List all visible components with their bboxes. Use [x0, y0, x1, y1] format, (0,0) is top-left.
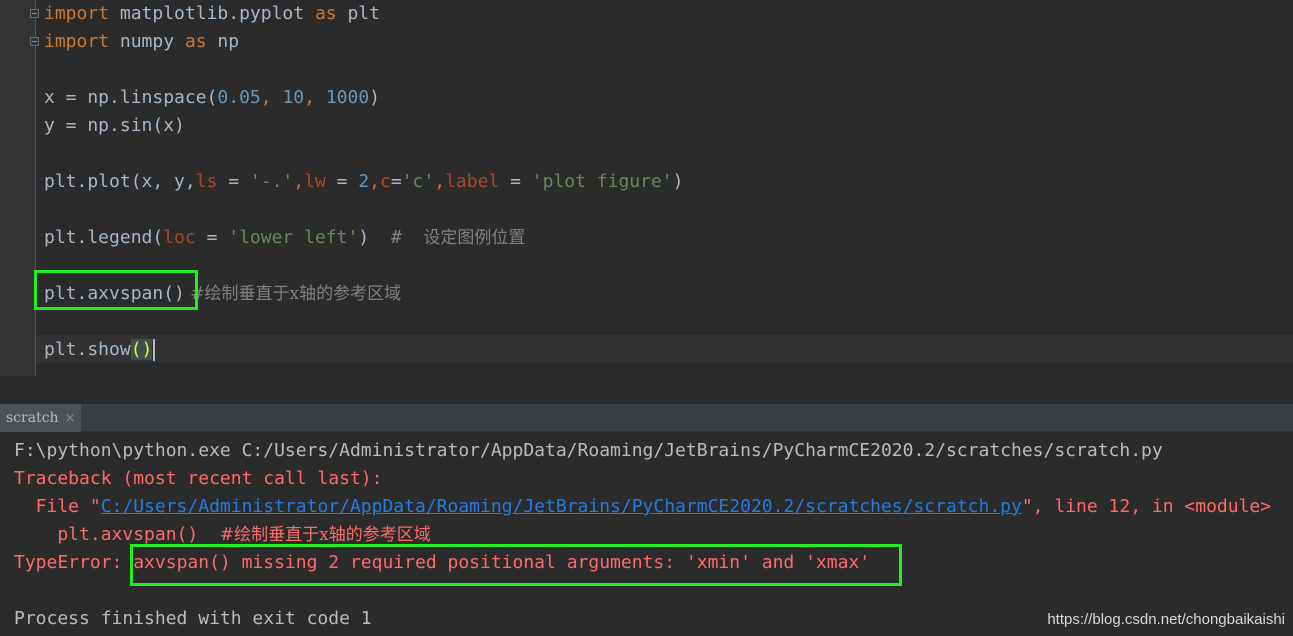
param-name: c — [380, 171, 391, 192]
string-literal: 'c' — [401, 171, 435, 192]
code-line-5[interactable]: y = np.sin(x) — [44, 112, 185, 140]
number-literal: 1000 — [325, 87, 370, 108]
code-text: plt — [336, 3, 380, 24]
code-comment: 设定图例位置 — [423, 228, 526, 248]
text-cursor — [153, 339, 156, 361]
fold-marker-icon[interactable] — [30, 37, 39, 46]
string-literal: '-.' — [249, 171, 294, 192]
code-text: ) — [369, 87, 381, 108]
code-text: np — [206, 31, 240, 52]
separator: , — [304, 87, 326, 108]
code-text: ) — [358, 227, 391, 248]
string-literal: 'lower left' — [228, 227, 359, 248]
code-text: y = np.sin(x) — [44, 115, 185, 136]
console-traceback: Traceback (most recent call last): — [14, 468, 383, 489]
run-console[interactable]: F:\python\python.exe C:/Users/Administra… — [0, 432, 1293, 636]
keyword: import — [44, 3, 110, 24]
code-text: plt.plot(x, y, — [44, 171, 196, 192]
console-comment: #绘制垂直于x轴的参考区域 — [219, 525, 431, 545]
fold-marker-icon[interactable] — [30, 9, 39, 18]
current-line-highlight — [36, 335, 1293, 363]
keyword: as — [314, 3, 337, 24]
matched-paren: () — [130, 339, 153, 360]
code-text: plt.show — [44, 339, 131, 360]
code-line-7[interactable]: plt.plot(x, y,ls = '-.',lw = 2,c='c',lab… — [44, 168, 684, 196]
string-literal: 'plot figure' — [531, 171, 673, 192]
code-line-4[interactable]: x = np.linspace(0.05, 10, 1000) — [44, 84, 380, 112]
editor-gutter — [0, 0, 39, 376]
code-line-13[interactable]: plt.show() — [44, 336, 156, 364]
param-name: loc — [163, 227, 196, 248]
console-text: File " — [14, 496, 101, 517]
param-name: label — [445, 171, 500, 192]
separator: , — [293, 171, 305, 192]
console-text: ", line 12, in <module> — [1021, 496, 1272, 517]
watermark: https://blog.csdn.net/chongbaikaishi — [1047, 611, 1285, 628]
highlight-box-code — [34, 270, 198, 310]
param-name: ls — [195, 171, 218, 192]
code-text: matplotlib.pyplot — [109, 3, 315, 24]
console-text: plt.axvspan() — [14, 524, 220, 545]
code-line-2[interactable]: import numpy as np — [44, 28, 239, 56]
number-literal: 2 — [358, 171, 370, 192]
number-literal: 0.05 — [217, 87, 261, 108]
code-text: = — [195, 227, 229, 248]
code-text: = — [217, 171, 250, 192]
param-name: lw — [304, 171, 326, 192]
code-text: numpy — [109, 31, 185, 52]
file-link[interactable]: C:/Users/Administrator/AppData/Roaming/J… — [101, 496, 1022, 517]
tab-scratch[interactable]: scratch × — [0, 404, 82, 432]
code-line-9[interactable]: plt.legend(loc = 'lower left') # 设定图例位置 — [44, 224, 525, 252]
code-line-1[interactable]: import matplotlib.pyplot as plt — [44, 0, 380, 28]
comment-hash: # — [390, 227, 424, 248]
separator: , — [260, 87, 283, 108]
code-text: = — [499, 171, 532, 192]
error-type: TypeError: — [14, 552, 134, 573]
highlight-box-error — [130, 544, 902, 586]
code-comment: #绘制垂直于x轴的参考区域 — [184, 284, 402, 304]
run-tool-window-tabbar: scratch × — [0, 404, 1293, 432]
console-file-line: File "C:/Users/Administrator/AppData/Roa… — [14, 493, 1271, 521]
code-text: ) — [672, 171, 684, 192]
code-text: = — [325, 171, 359, 192]
code-editor[interactable]: import matplotlib.pyplot as plt import n… — [0, 0, 1293, 376]
number-literal: 10 — [282, 87, 305, 108]
close-icon[interactable]: × — [65, 411, 76, 426]
console-exit-status: Process finished with exit code 1 — [14, 608, 372, 629]
code-text: x = np.linspace( — [44, 87, 218, 108]
tab-label: scratch — [6, 410, 59, 426]
separator: , — [369, 171, 381, 192]
keyword: as — [184, 31, 207, 52]
panel-divider[interactable] — [0, 376, 1293, 404]
code-text: = — [390, 171, 402, 192]
code-text: plt.legend( — [44, 227, 164, 248]
separator: , — [434, 171, 446, 192]
console-command: F:\python\python.exe C:/Users/Administra… — [14, 440, 1163, 461]
keyword: import — [44, 31, 110, 52]
